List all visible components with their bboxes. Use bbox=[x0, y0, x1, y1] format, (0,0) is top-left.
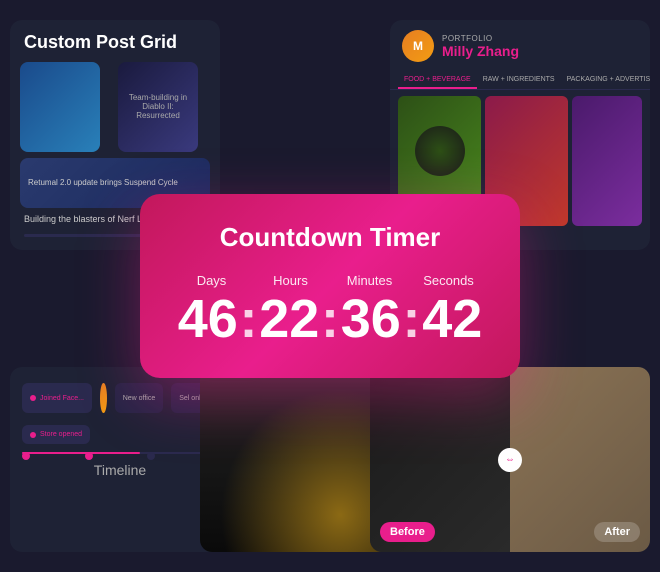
portfolio-header: M PORTFOLIO Milly Zhang bbox=[390, 20, 650, 72]
tab-packaging[interactable]: PACKAGING + ADVERTISING bbox=[561, 72, 650, 89]
tl-item-joined: Joined Face... bbox=[22, 383, 92, 413]
thumb-caption-2: Team-building in Diablo II: Resurrected bbox=[118, 89, 198, 124]
timeline-dots bbox=[22, 452, 218, 460]
countdown-title: Countdown Timer bbox=[172, 222, 488, 253]
timeline-card: Joined Face... New office Sel online Sto… bbox=[10, 367, 230, 552]
timeline-items: Joined Face... New office Sel online bbox=[22, 383, 218, 413]
scene: Custom Post Grid Team-building in Diablo… bbox=[0, 0, 660, 572]
value-days: 46 bbox=[172, 292, 244, 346]
thumb-caption-3: Retumal 2.0 update brings Suspend Cycle bbox=[28, 178, 178, 187]
before-label: Before bbox=[380, 522, 435, 542]
tl-dot-store bbox=[30, 432, 36, 438]
tl-progress-dot-3 bbox=[147, 452, 155, 460]
tab-raw-ingredients[interactable]: RAW + INGREDIENTS bbox=[477, 72, 561, 89]
countdown-labels: Days Hours Minutes Seconds bbox=[172, 273, 488, 288]
value-seconds: 42 bbox=[417, 292, 489, 346]
before-side: Before bbox=[370, 367, 510, 552]
after-side: After bbox=[510, 367, 650, 552]
portfolio-image-3 bbox=[572, 96, 642, 226]
tl-progress-dot-2 bbox=[85, 452, 93, 460]
ba-handle[interactable]: ⇔ bbox=[498, 448, 522, 472]
portfolio-name: Milly Zhang bbox=[442, 43, 519, 59]
tl-item-store: Store opened bbox=[22, 425, 90, 444]
tl-progress-dot-1 bbox=[22, 452, 30, 460]
thumb-game: Team-building in Diablo II: Resurrected bbox=[118, 62, 198, 152]
label-seconds: Seconds bbox=[414, 273, 484, 288]
portfolio-info: PORTFOLIO Milly Zhang bbox=[442, 34, 519, 59]
timeline-progress-bar bbox=[22, 452, 218, 454]
label-hours: Hours bbox=[256, 273, 326, 288]
timeline-label: Timeline bbox=[22, 462, 218, 478]
tl-label-office: New office bbox=[123, 395, 156, 402]
portfolio-tabs: FOOD + BEVERAGE RAW + INGREDIENTS PACKAG… bbox=[390, 72, 650, 90]
tl-label-store: Store opened bbox=[40, 431, 82, 438]
portfolio-label: PORTFOLIO bbox=[442, 34, 519, 43]
after-label: After bbox=[594, 522, 640, 542]
before-after-card: Before After ⇔ bbox=[370, 367, 650, 552]
tl-label-joined: Joined Face... bbox=[40, 395, 84, 402]
tl-dot-joined bbox=[30, 395, 36, 401]
tl-item-office: New office bbox=[115, 383, 164, 413]
value-minutes: 36 bbox=[335, 292, 407, 346]
label-days: Days bbox=[177, 273, 247, 288]
post-grid-title: Custom Post Grid bbox=[10, 20, 220, 62]
tab-food-beverage[interactable]: FOOD + BEVERAGE bbox=[398, 72, 477, 89]
tl-avatar bbox=[100, 383, 107, 413]
before-after-inner: Before After ⇔ bbox=[370, 367, 650, 552]
thumb-robot bbox=[20, 62, 100, 152]
label-minutes: Minutes bbox=[335, 273, 405, 288]
portfolio-avatar: M bbox=[402, 30, 434, 62]
countdown-values: 46 : 22 : 36 : 42 bbox=[172, 292, 488, 346]
ba-divider[interactable]: ⇔ bbox=[498, 367, 522, 552]
value-hours: 22 bbox=[254, 292, 326, 346]
countdown-card: Countdown Timer Days Hours Minutes Secon… bbox=[140, 194, 520, 378]
